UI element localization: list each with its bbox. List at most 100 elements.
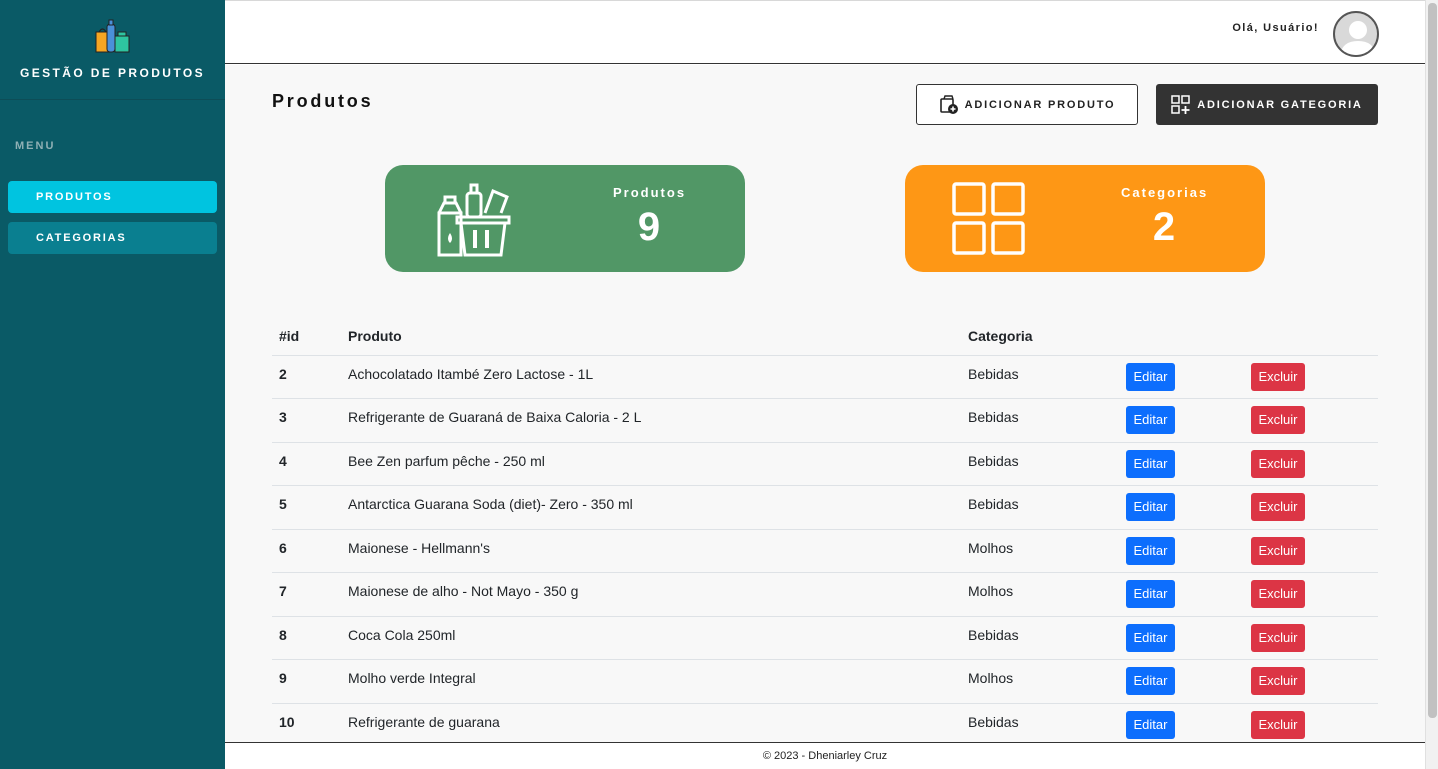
row-delete-cell: Excluir [1244, 616, 1378, 660]
brand-title: GESTÃO DE PRODUTOS [20, 66, 205, 80]
table-row: 10 Refrigerante de guarana Bebidas Editar Ex… [272, 703, 1378, 742]
row-category: Molhos [961, 529, 1119, 573]
row-edit-cell: Editar [1119, 442, 1244, 486]
row-product-name: Molho verde Integral [341, 659, 961, 704]
table-row: 4 Bee Zen parfum pêche - 250 ml Bebidas Edi… [272, 442, 1378, 486]
sidebar: GESTÃO DE PRODUTOS MENU PRODUTOS CATEGOR… [0, 0, 225, 769]
row-id: 10 [272, 703, 341, 742]
row-id: 9 [272, 659, 341, 704]
row-category: Bebidas [961, 616, 1119, 660]
user-greeting: Olá, Usuário! [1232, 22, 1319, 34]
row-id: 5 [272, 485, 341, 530]
edit-button[interactable]: Editar [1126, 623, 1175, 652]
row-delete-cell: Excluir [1244, 485, 1378, 530]
user-silhouette-icon [1340, 21, 1376, 55]
table-header-row: #id Produto Categoria [272, 318, 1378, 356]
add-product-button[interactable]: ADICIONAR PRODUTO [916, 84, 1138, 125]
edit-button[interactable]: Editar [1126, 536, 1175, 565]
page-title: Produtos [272, 91, 374, 111]
delete-button[interactable]: Excluir [1251, 493, 1305, 522]
delete-button[interactable]: Excluir [1251, 710, 1305, 739]
table-row: 3 Refrigerante de Guaraná de Baixa Calori… [272, 398, 1378, 443]
row-category: Bebidas [961, 442, 1119, 486]
products-count-card: Produtos 9 [385, 165, 745, 272]
row-category: Bebidas [961, 398, 1119, 443]
delete-button[interactable]: Excluir [1251, 406, 1305, 435]
delete-button[interactable]: Excluir [1251, 623, 1305, 652]
avatar[interactable] [1333, 11, 1379, 57]
row-delete-cell: Excluir [1244, 659, 1378, 704]
row-id: 3 [272, 398, 341, 443]
edit-button[interactable]: Editar [1126, 710, 1175, 739]
table-row: 2 Achocolatado Itambé Zero Lactose - 1L Be… [272, 355, 1378, 399]
products-card-label: Produtos [613, 185, 687, 200]
categories-grid-icon [952, 182, 1025, 255]
column-header-product: Produto [341, 318, 961, 356]
shopping-bags-logo-icon [95, 19, 129, 53]
row-product-name: Antarctica Guarana Soda (diet)- Zero - 3… [341, 485, 961, 530]
add-category-grid-icon [1171, 94, 1191, 114]
row-category: Molhos [961, 659, 1119, 704]
delete-button[interactable]: Excluir [1251, 362, 1305, 391]
menu-label: MENU [15, 140, 56, 152]
table-body: 2 Achocolatado Itambé Zero Lactose - 1L Be… [272, 355, 1378, 742]
row-id: 4 [272, 442, 341, 486]
table-row: 6 Maionese - Hellmann's Molhos Editar Exclui… [272, 529, 1378, 573]
sidebar-item-label: CATEGORIAS [36, 232, 127, 244]
row-id: 8 [272, 616, 341, 660]
delete-button[interactable]: Excluir [1251, 536, 1305, 565]
row-category: Bebidas [961, 485, 1119, 530]
add-category-button[interactable]: ADICIONAR GATEGORIA [1156, 84, 1378, 125]
row-product-name: Bee Zen parfum pêche - 250 ml [341, 442, 961, 486]
footer-copyright: © 2023 - Dheniarley Cruz [762, 750, 888, 762]
row-delete-cell: Excluir [1244, 398, 1378, 443]
categories-card-label: Categorias [1121, 185, 1209, 200]
top-bar: Olá, Usuário! [225, 0, 1425, 64]
table-row: 9 Molho verde Integral Molhos Editar Excluir [272, 659, 1378, 704]
products-table: #id Produto Categoria 2 Achocolatado Itam… [272, 318, 1378, 742]
edit-button[interactable]: Editar [1126, 406, 1175, 435]
delete-button[interactable]: Excluir [1251, 449, 1305, 478]
row-product-name: Achocolatado Itambé Zero Lactose - 1L [341, 355, 961, 399]
row-edit-cell: Editar [1119, 703, 1244, 742]
row-edit-cell: Editar [1119, 398, 1244, 443]
row-product-name: Maionese - Hellmann's [341, 529, 961, 573]
row-delete-cell: Excluir [1244, 529, 1378, 573]
table-row: 7 Maionese de alho - Not Mayo - 350 g Molh… [272, 572, 1378, 617]
footer: © 2023 - Dheniarley Cruz [225, 742, 1425, 769]
row-delete-cell: Excluir [1244, 572, 1378, 617]
row-id: 2 [272, 355, 341, 399]
page-scrollbar[interactable] [1425, 0, 1438, 769]
delete-button[interactable]: Excluir [1251, 580, 1305, 609]
add-product-label: ADICIONAR PRODUTO [964, 98, 1116, 111]
edit-button[interactable]: Editar [1126, 580, 1175, 609]
row-edit-cell: Editar [1119, 355, 1244, 399]
main-content: Produtos ADICIONAR PRODUTO ADICIONAR GAT… [225, 65, 1425, 742]
row-delete-cell: Excluir [1244, 703, 1378, 742]
sidebar-item-label: PRODUTOS [36, 191, 113, 203]
add-product-icon [939, 94, 958, 114]
brand: GESTÃO DE PRODUTOS [0, 0, 225, 100]
row-product-name: Coca Cola 250ml [341, 616, 961, 660]
column-header-edit [1119, 318, 1244, 356]
row-edit-cell: Editar [1119, 659, 1244, 704]
scrollbar-thumb[interactable] [1428, 3, 1437, 718]
table-row: 5 Antarctica Guarana Soda (diet)- Zero - … [272, 485, 1378, 530]
table-row: 8 Coca Cola 250ml Bebidas Editar Excluir [272, 616, 1378, 660]
edit-button[interactable]: Editar [1126, 362, 1175, 391]
row-edit-cell: Editar [1119, 485, 1244, 530]
sidebar-item-categorias[interactable]: CATEGORIAS [8, 222, 217, 254]
row-edit-cell: Editar [1119, 572, 1244, 617]
delete-button[interactable]: Excluir [1251, 667, 1305, 696]
column-header-delete [1244, 318, 1378, 356]
edit-button[interactable]: Editar [1126, 449, 1175, 478]
sidebar-item-produtos[interactable]: PRODUTOS [8, 181, 217, 213]
row-category: Bebidas [961, 355, 1119, 399]
row-product-name: Refrigerante de Guaraná de Baixa Caloria… [341, 398, 961, 443]
edit-button[interactable]: Editar [1126, 667, 1175, 696]
column-header-id: #id [272, 318, 341, 356]
row-edit-cell: Editar [1119, 616, 1244, 660]
row-edit-cell: Editar [1119, 529, 1244, 573]
edit-button[interactable]: Editar [1126, 493, 1175, 522]
categories-count-card: Categorias 2 [905, 165, 1265, 272]
